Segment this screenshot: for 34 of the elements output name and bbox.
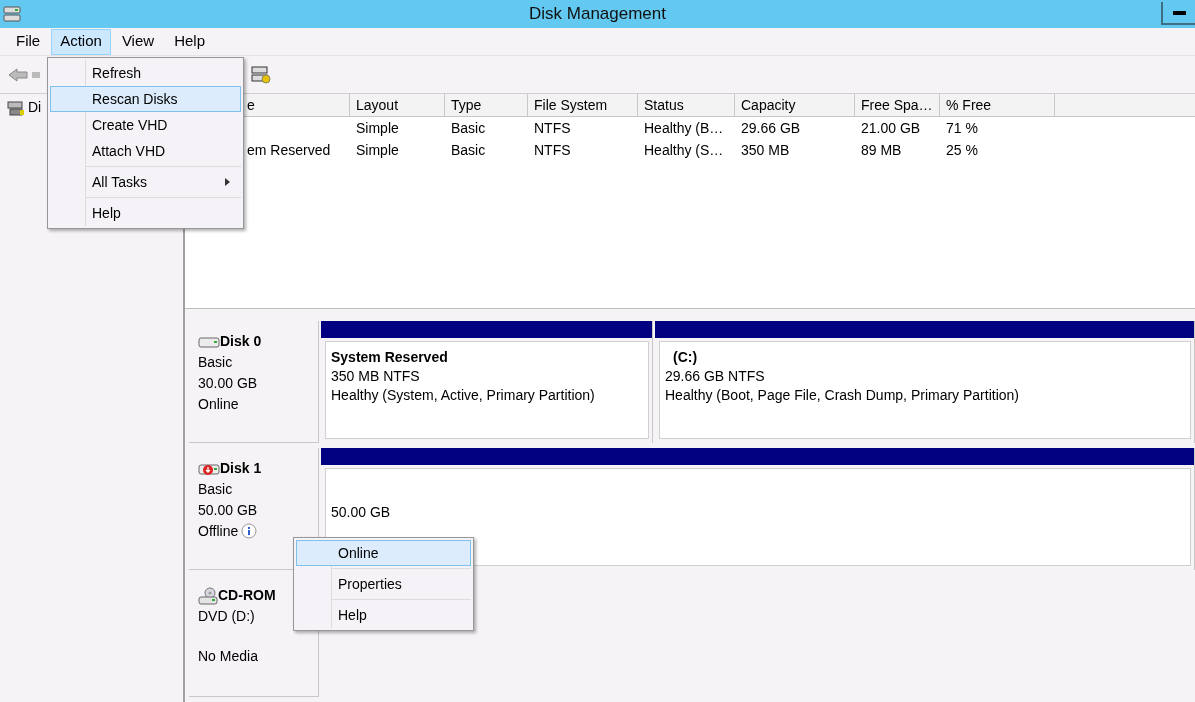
partition-info-text: 29.66 GB NTFS — [665, 367, 766, 386]
table-cell: Simple — [356, 119, 399, 136]
table-cell: Healthy (B… — [644, 119, 724, 136]
table-cell: 21.00 GB — [861, 119, 921, 136]
partition-info-text: Healthy (System, Active, Primary Partition) — [331, 386, 596, 405]
table-cell: em Reserved — [247, 141, 331, 158]
table-cell: 71 % — [946, 119, 978, 136]
partition-title: System Reserved — [331, 348, 449, 367]
table-cell: NTFS — [534, 141, 571, 158]
disk-info-text: No Media — [198, 647, 258, 666]
partition-info-text: 50.00 GB — [331, 502, 392, 522]
table-cell: 25 % — [946, 141, 978, 158]
table-cell: Simple — [356, 141, 399, 158]
window-title: Disk Management — [529, 3, 666, 26]
table-cell: 89 MB — [861, 141, 902, 158]
table-cell: 350 MB — [741, 141, 790, 158]
disk-info-text: Basic — [198, 353, 233, 372]
disk-info-text: 30.00 GB — [198, 374, 258, 393]
disk-name: CD-ROM — [218, 586, 276, 605]
disk-name: Disk 1 — [220, 459, 262, 478]
partition-info-text: Healthy (Boot, Page File, Crash Dump, Primary Partition) — [665, 386, 1020, 405]
disk-info-text: Offline — [198, 522, 239, 541]
table-cell: Basic — [451, 141, 486, 158]
table-cell: Healthy (S… — [644, 141, 724, 158]
table-cell: 29.66 GB — [741, 119, 801, 136]
table-cell: Basic — [451, 119, 486, 136]
disk-info-text: Basic — [198, 480, 233, 499]
disk-info-text: 50.00 GB — [198, 501, 258, 520]
disk-name: Disk 0 — [220, 332, 262, 351]
disk-info-text: DVD (D:) — [198, 607, 255, 626]
table-cell: NTFS — [534, 119, 571, 136]
partition-title: (C:) — [672, 348, 699, 367]
disk-info-text: Online — [198, 395, 239, 414]
partition-info-text: 350 MB NTFS — [331, 367, 421, 386]
